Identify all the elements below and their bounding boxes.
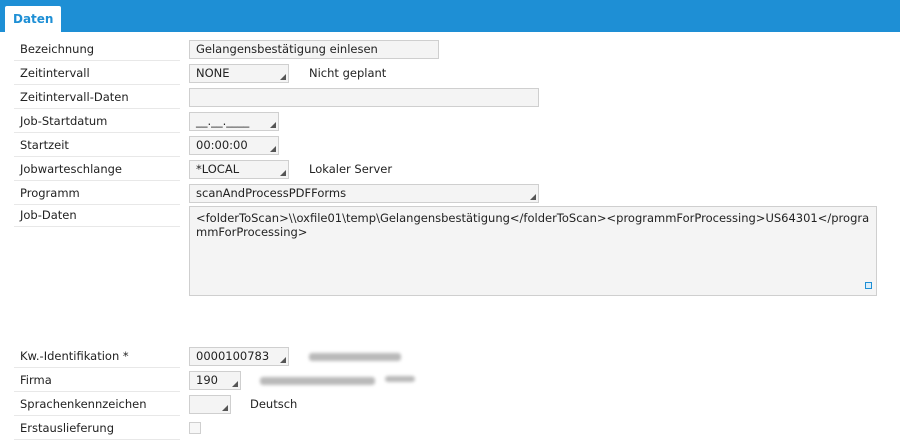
- programm-value: scanAndProcessPDFForms: [196, 186, 347, 200]
- jobwarteschlange-info: Lokaler Server: [309, 162, 393, 176]
- redacted-company: [260, 377, 375, 385]
- firma-dropdown[interactable]: 190: [189, 371, 241, 390]
- kw-identifikation-value: 0000100783: [196, 349, 270, 363]
- redacted-name: [309, 353, 401, 361]
- zeitintervall-daten-label: Zeitintervall-Daten: [14, 86, 180, 109]
- zeitintervall-info: Nicht geplant: [309, 66, 387, 80]
- dropdown-arrow-icon: [232, 381, 238, 387]
- form-panel: Bezeichnung Gelangensbestätigung einlese…: [0, 32, 900, 446]
- job-daten-value: <folderToScan>\\oxfile01\temp\Gelangensb…: [196, 211, 870, 239]
- dropdown-arrow-icon: [270, 146, 276, 152]
- sprachenkennzeichen-dropdown[interactable]: [189, 395, 231, 414]
- dropdown-arrow-icon: [270, 122, 276, 128]
- dropdown-arrow-icon: [280, 74, 286, 80]
- firma-value: 190: [196, 373, 218, 387]
- dropdown-arrow-icon: [222, 405, 228, 411]
- startzeit-value: 00:00:00: [196, 138, 248, 152]
- dropdown-arrow-icon: [280, 357, 286, 363]
- jobwarteschlange-value: *LOCAL: [196, 162, 240, 176]
- job-daten-textarea[interactable]: <folderToScan>\\oxfile01\temp\Gelangensb…: [189, 206, 877, 296]
- job-startdatum-label: Job-Startdatum: [14, 110, 180, 133]
- dropdown-arrow-icon: [280, 170, 286, 176]
- job-startdatum-value: __.__.____: [196, 114, 250, 128]
- job-daten-label: Job-Daten: [14, 204, 180, 227]
- programm-dropdown[interactable]: scanAndProcessPDFForms: [189, 184, 539, 203]
- job-startdatum-field[interactable]: __.__.____: [189, 112, 279, 131]
- sprachenkennzeichen-info: Deutsch: [250, 397, 298, 411]
- zeitintervall-label: Zeitintervall: [14, 62, 180, 85]
- tab-daten[interactable]: Daten: [5, 6, 62, 32]
- kw-identifikation-label: Kw.-Identifikation *: [14, 345, 180, 368]
- erstauslieferung-checkbox[interactable]: [189, 422, 201, 434]
- bezeichnung-field[interactable]: Gelangensbestätigung einlesen: [189, 40, 439, 59]
- erstauslieferung-label: Erstauslieferung: [14, 417, 180, 440]
- dropdown-arrow-icon: [530, 194, 536, 200]
- zeitintervall-daten-field[interactable]: [189, 88, 539, 107]
- zeitintervall-value: NONE: [196, 66, 230, 80]
- kw-identifikation-dropdown[interactable]: 0000100783: [189, 347, 289, 366]
- sprachenkennzeichen-label: Sprachenkennzeichen: [14, 393, 180, 416]
- top-tab-bar: Daten: [0, 0, 900, 32]
- redacted-company-extra: [385, 376, 415, 382]
- programm-label: Programm: [14, 182, 180, 205]
- expand-icon[interactable]: [865, 282, 872, 289]
- firma-label: Firma: [14, 369, 180, 392]
- startzeit-label: Startzeit: [14, 134, 180, 157]
- jobwarteschlange-label: Jobwarteschlange: [14, 158, 180, 181]
- jobwarteschlange-dropdown[interactable]: *LOCAL: [189, 160, 289, 179]
- zeitintervall-dropdown[interactable]: NONE: [189, 64, 289, 83]
- bezeichnung-label: Bezeichnung: [14, 38, 180, 61]
- startzeit-field[interactable]: 00:00:00: [189, 136, 279, 155]
